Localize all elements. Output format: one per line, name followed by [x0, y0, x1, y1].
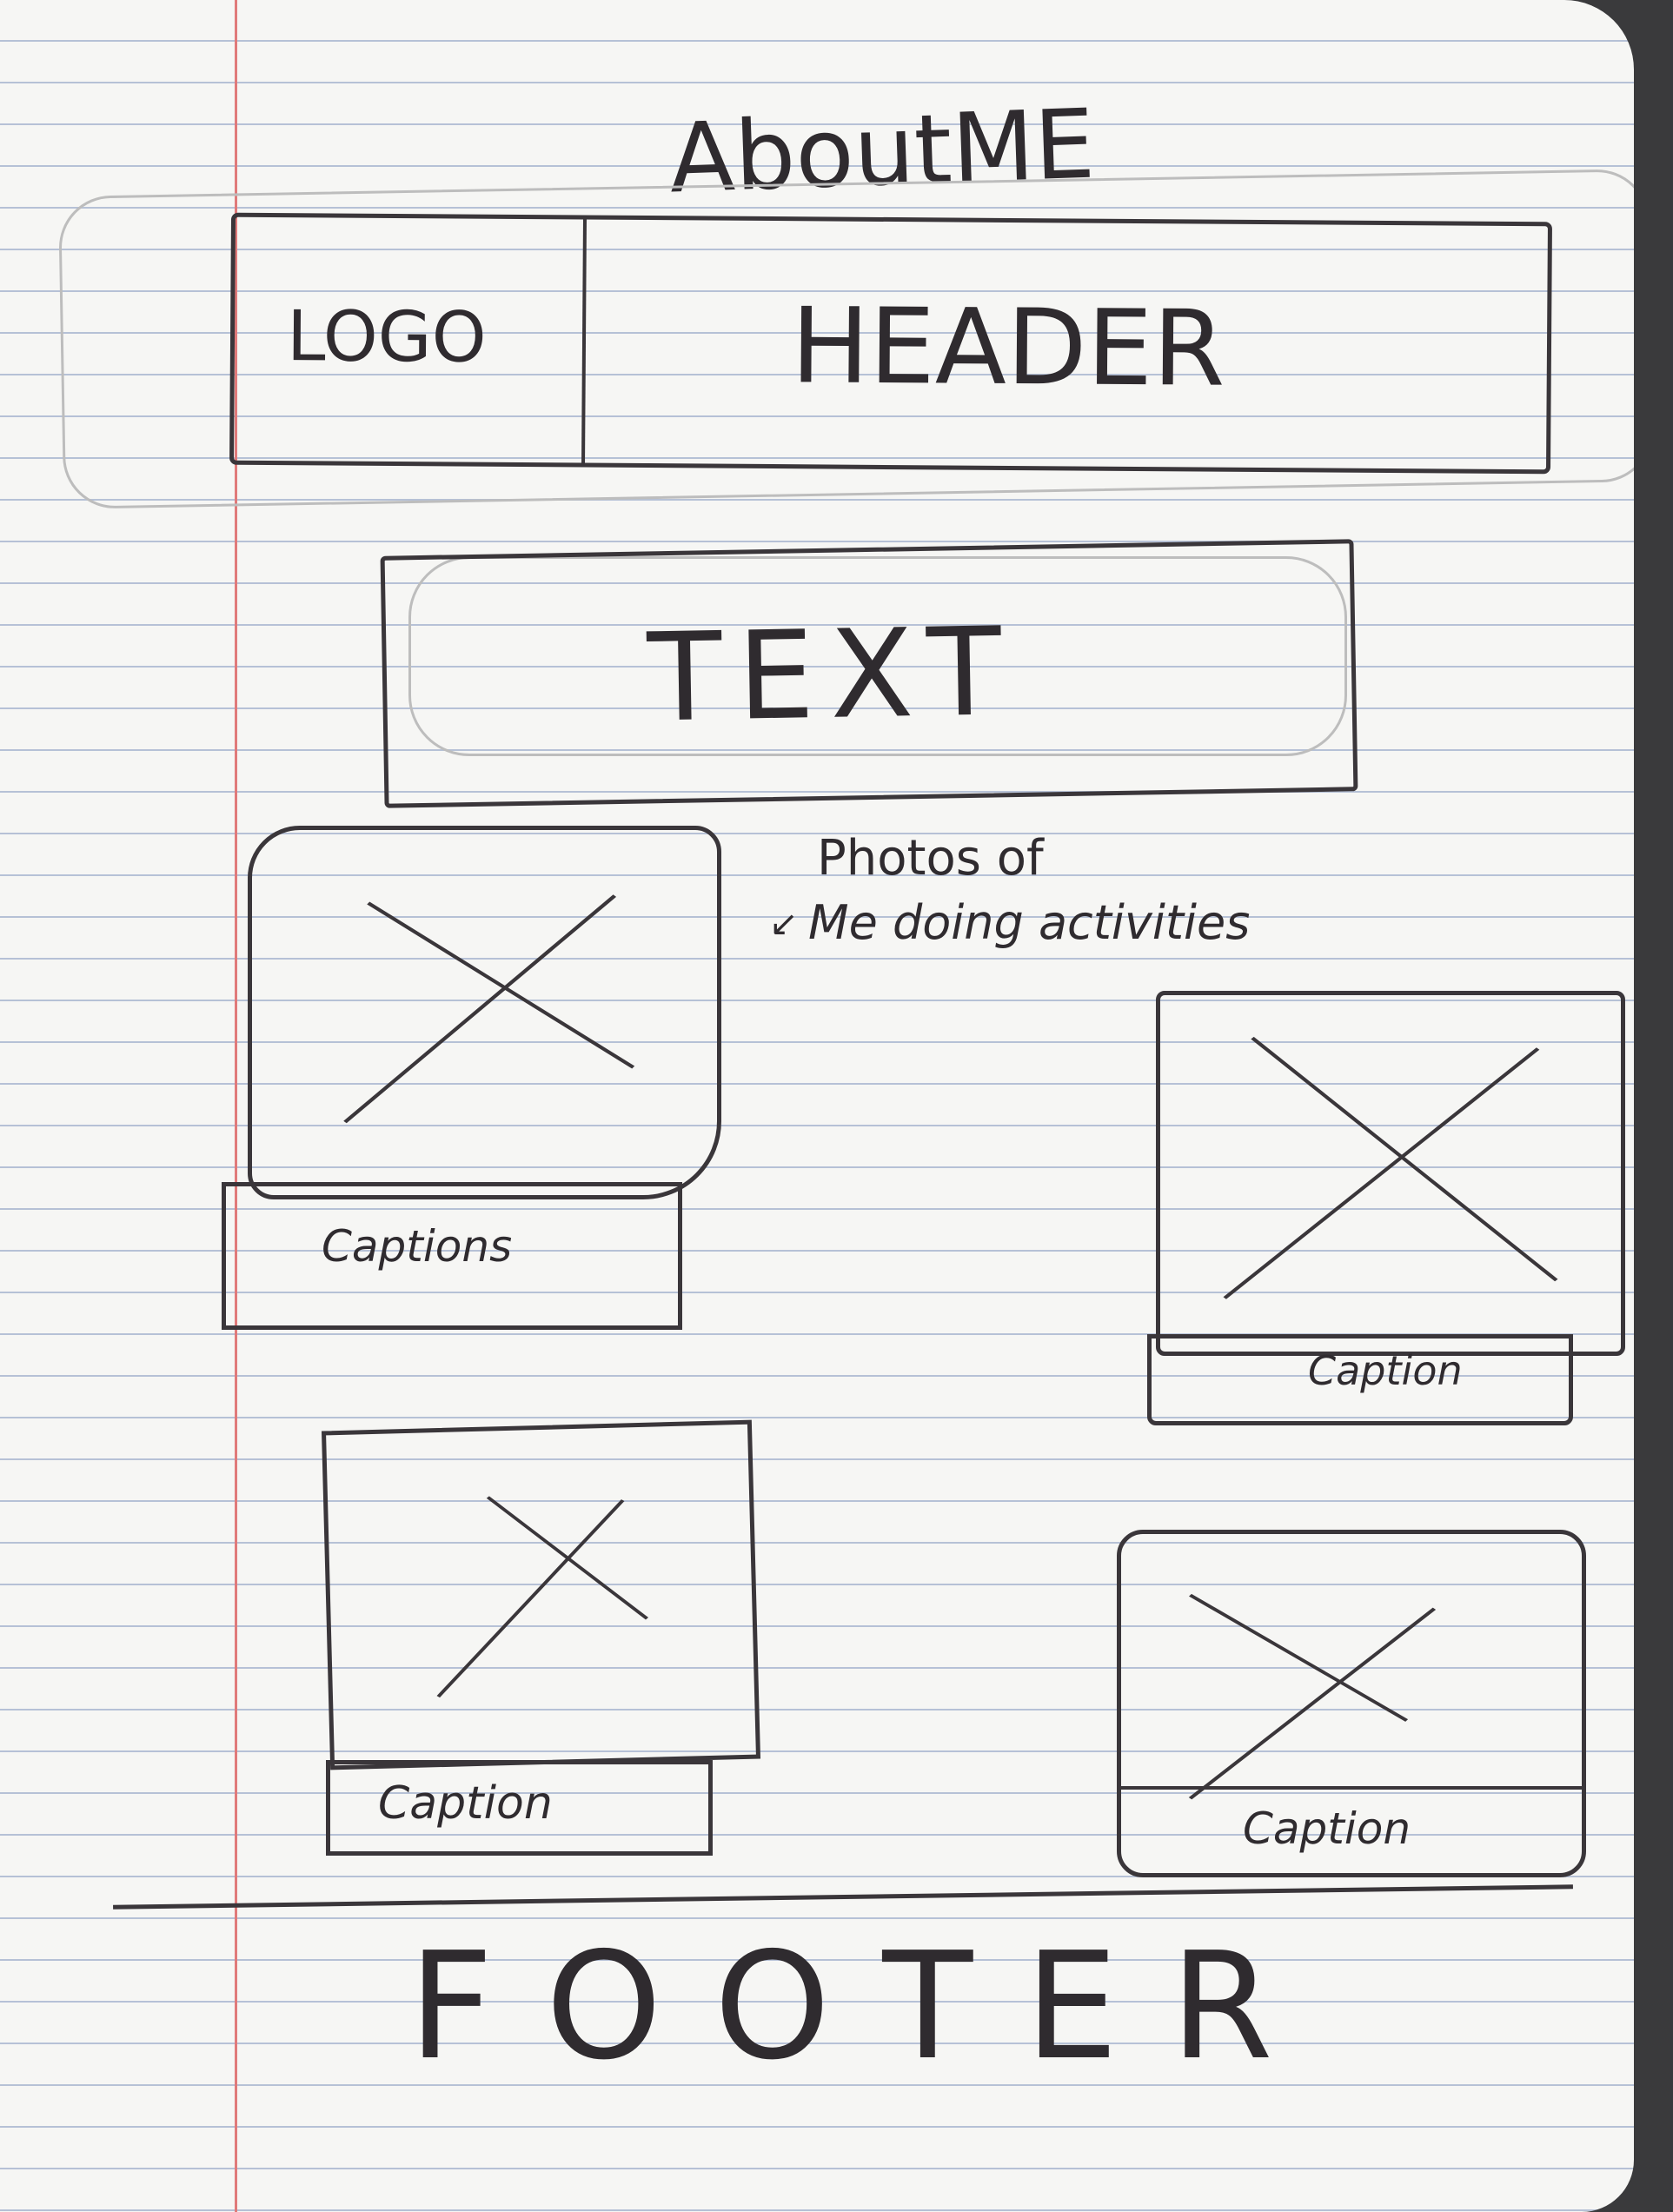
caption-text-3: Caption: [378, 1777, 553, 1830]
photo-placeholder-4: Caption: [1117, 1530, 1586, 1877]
caption-divider-4: [1121, 1786, 1582, 1790]
annotation-line-1: Photos of: [817, 830, 1044, 887]
image-x-icon: [436, 1496, 649, 1698]
photo-placeholder-3: [321, 1419, 761, 1770]
notebook-sheet: AboutME LOGO HEADER TEXT Photos of ↙ Me …: [0, 0, 1634, 2212]
footer-label: FOOTER: [408, 1921, 1325, 2093]
logo-placeholder: LOGO: [286, 296, 488, 378]
image-x-icon: [1223, 1036, 1558, 1299]
annotation-line-2: Me doing activities: [808, 895, 1251, 950]
caption-text-1: Captions: [322, 1221, 513, 1272]
text-block: TEXT: [380, 539, 1358, 808]
header-label: HEADER: [790, 286, 1226, 410]
caption-box-1: Captions: [222, 1182, 682, 1330]
image-x-icon: [343, 894, 635, 1124]
caption-text-4: Caption: [1243, 1803, 1411, 1854]
footer-divider: [113, 1884, 1573, 1910]
header-divider: [581, 219, 587, 463]
photo-placeholder-2: [1156, 991, 1625, 1356]
caption-box-2: Caption: [1147, 1334, 1573, 1425]
caption-text-2: Caption: [1308, 1347, 1463, 1394]
annotation-arrow: ↙: [769, 904, 799, 944]
text-placeholder: TEXT: [646, 601, 1019, 750]
caption-box-3: Caption: [326, 1760, 713, 1856]
header-box: LOGO HEADER: [229, 212, 1552, 475]
photo-placeholder-1: [248, 826, 721, 1199]
